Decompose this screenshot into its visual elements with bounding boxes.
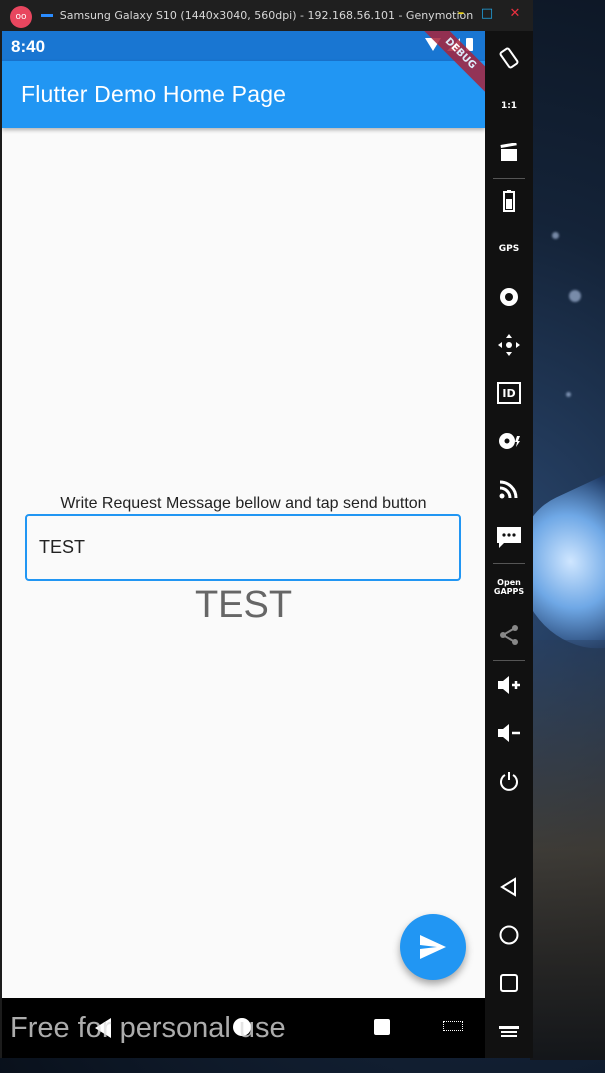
volume-down-icon[interactable] (485, 713, 533, 753)
message-input[interactable] (25, 514, 461, 581)
remote-control-icon[interactable] (485, 325, 533, 365)
cast-icon[interactable] (485, 469, 533, 509)
gps-icon[interactable]: GPS (485, 229, 533, 269)
capture-icon[interactable] (485, 133, 533, 173)
watermark-text: Free for personal use (10, 1012, 286, 1044)
disk-io-icon[interactable] (485, 421, 533, 461)
background-bokeh (569, 290, 581, 302)
keyboard-icon[interactable] (443, 1021, 463, 1031)
background-bokeh (566, 392, 571, 397)
navigation-bar: Free for personal use (2, 998, 485, 1058)
device-screen: 8:40 Flutter Demo Home Page DEBUG Write … (2, 31, 485, 998)
emulator-window: oo Samsung Galaxy S10 (1440x3040, 560dpi… (0, 0, 533, 1058)
app-bar: Flutter Demo Home Page (2, 61, 485, 128)
status-bar: 8:40 (2, 31, 485, 61)
toolbar-separator (493, 563, 525, 564)
response-text: TEST (194, 584, 293, 626)
page-title: Flutter Demo Home Page (21, 81, 287, 107)
open-gapps-icon[interactable]: Open GAPPS (485, 567, 533, 607)
background-bokeh (552, 232, 559, 239)
camera-icon[interactable] (485, 277, 533, 317)
menu-icon[interactable] (485, 1013, 533, 1053)
home-icon[interactable] (485, 915, 533, 955)
background-ground (530, 640, 605, 1060)
toolbar-separator (493, 660, 525, 661)
status-time: 8:40 (11, 37, 46, 56)
close-button[interactable]: ✕ (508, 7, 522, 21)
toolbar-separator (493, 178, 525, 179)
pixel-perfect-icon[interactable]: 1:1 (485, 86, 533, 126)
open-gapps-label: Open GAPPS (493, 578, 525, 596)
identifiers-label: ID (502, 386, 516, 400)
sms-icon[interactable] (485, 517, 533, 557)
identifiers-icon[interactable]: ID (485, 373, 533, 413)
prompt-text: Write Request Message bellow and tap sen… (60, 495, 427, 512)
maximize-button[interactable]: □ (480, 7, 494, 21)
gps-label: GPS (498, 243, 520, 254)
power-icon[interactable] (485, 761, 533, 801)
pixel-perfect-label: 1:1 (500, 100, 518, 111)
window-titlebar: oo Samsung Galaxy S10 (1440x3040, 560dpi… (0, 0, 533, 31)
back-icon[interactable] (485, 867, 533, 907)
volume-up-icon[interactable] (485, 665, 533, 705)
rotate-icon[interactable] (485, 38, 533, 78)
send-icon (420, 935, 446, 959)
minimize-button[interactable]: – (454, 7, 468, 21)
battery-icon[interactable] (485, 181, 533, 221)
recents-icon[interactable] (485, 963, 533, 1003)
send-button[interactable] (400, 914, 466, 980)
recents-icon[interactable] (374, 1019, 390, 1035)
share-icon[interactable] (485, 615, 533, 655)
emulator-toolbar: 1:1 GPS ID Open GAPPS (485, 31, 533, 1058)
